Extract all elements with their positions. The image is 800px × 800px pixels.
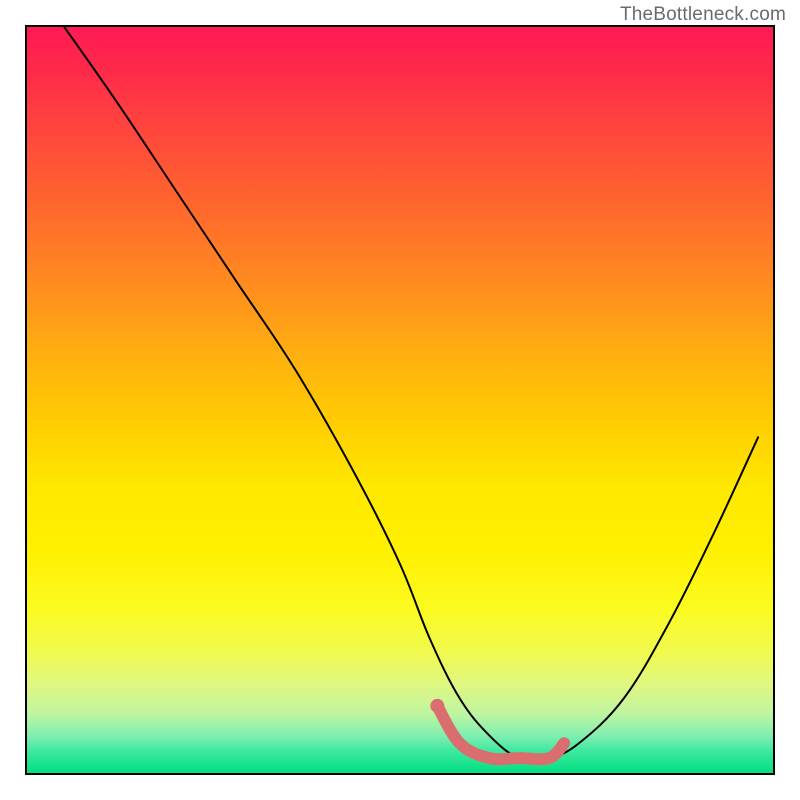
bottleneck-curve: [64, 27, 758, 761]
chart-svg: [27, 27, 773, 773]
highlight-region: [430, 699, 564, 759]
watermark-text: TheBottleneck.com: [620, 4, 786, 26]
chart-frame: [25, 25, 775, 775]
